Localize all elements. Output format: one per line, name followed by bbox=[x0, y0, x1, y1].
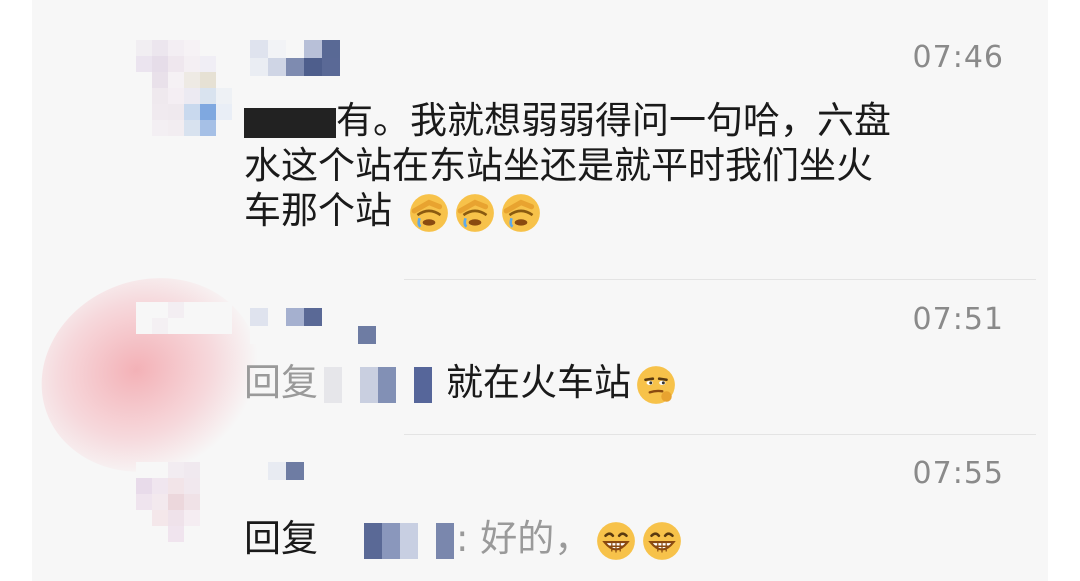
comment-line: 有。我就想弱弱得问一句哈，六盘 bbox=[244, 98, 1004, 143]
username-redacted-row2 bbox=[250, 326, 376, 344]
comment-item: 07:51 回复 就在火车站 bbox=[0, 280, 1080, 430]
screenshot: 07:46 有。我就想弱弱得问一句哈，六盘 水这个站在东站坐还是就平时我们坐火 … bbox=[0, 0, 1080, 581]
comment-text: 回复 : 好的， bbox=[244, 516, 1004, 562]
facepalm-icon bbox=[501, 193, 540, 232]
reply-target-redacted[interactable] bbox=[328, 522, 454, 559]
redacted-mention bbox=[244, 107, 336, 138]
facepalm-icon bbox=[409, 193, 448, 232]
comment-text-line3: 车那个站 bbox=[244, 189, 392, 232]
reply-text: : 好的， bbox=[456, 517, 592, 560]
avatar[interactable] bbox=[136, 302, 232, 414]
comment-line3: 车那个站 bbox=[244, 188, 1004, 234]
comment-text: 有。我就想弱弱得问一句哈，六盘 水这个站在东站坐还是就平时我们坐火 车那个站 bbox=[244, 98, 1004, 234]
grin-icon bbox=[597, 521, 636, 560]
username-redacted-row2 bbox=[250, 58, 340, 76]
timestamp: 07:46 bbox=[912, 40, 1004, 75]
comment-item: 07:55 回复 : 好的， bbox=[0, 436, 1080, 581]
comment-text-line2: 水这个站在东站坐还是就平时我们坐火 bbox=[244, 144, 873, 187]
username-redacted[interactable] bbox=[250, 462, 304, 480]
reply-prefix: 回复 bbox=[244, 517, 318, 560]
comment-text: 回复 就在火车站 bbox=[244, 360, 1004, 406]
grin-icon bbox=[643, 521, 682, 560]
comment-text-line1: 有。我就想弱弱得问一句哈，六盘 bbox=[336, 99, 891, 142]
comment-item: 07:46 有。我就想弱弱得问一句哈，六盘 水这个站在东站坐还是就平时我们坐火 … bbox=[0, 0, 1080, 270]
facepalm-icon bbox=[455, 193, 494, 232]
reply-prefix: 回复 bbox=[244, 361, 318, 404]
avatar[interactable] bbox=[136, 40, 232, 152]
reply-text: 就在火车站 bbox=[446, 361, 631, 404]
timestamp: 07:51 bbox=[912, 302, 1004, 337]
avatar[interactable] bbox=[136, 462, 232, 574]
timestamp: 07:55 bbox=[912, 456, 1004, 491]
smirk-icon bbox=[637, 365, 675, 404]
username-redacted[interactable] bbox=[250, 308, 376, 326]
username-redacted[interactable] bbox=[250, 40, 340, 58]
reply-target-redacted[interactable] bbox=[324, 366, 432, 403]
divider bbox=[404, 434, 1036, 435]
